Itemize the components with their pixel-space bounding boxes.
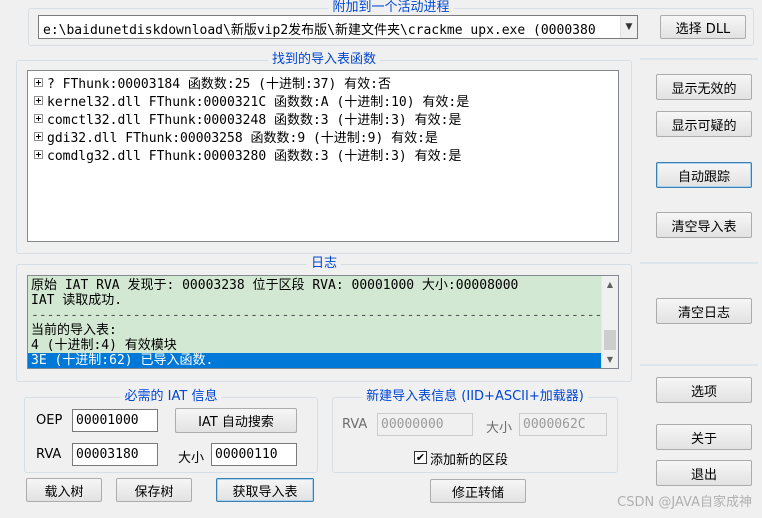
oep-field[interactable]: 00001000 [72, 409, 158, 432]
process-select[interactable]: e:\baidunetdiskdownload\新版vip2发布版\新建文件夹\… [38, 15, 638, 39]
chevron-down-icon[interactable]: ▼ [620, 16, 637, 38]
watermark-text: CSDN @JAVA自家成神 [617, 495, 752, 510]
clear-log-button[interactable]: 清空日志 [656, 298, 752, 324]
new-size-label: 大小 [486, 421, 513, 436]
new-import-title: 新建导入表信息 (IID+ASCII+加载器) [362, 389, 588, 405]
options-button[interactable]: 选项 [656, 377, 752, 403]
tree-item[interactable]: kernel32.dll FThunk:0000321C 函数数:A (十进制:… [34, 91, 470, 110]
load-tree-button[interactable]: 载入树 [26, 478, 102, 502]
tree-item-label: ? FThunk:00003184 函数数:25 (十进制:37) 有效:否 [47, 76, 391, 92]
scroll-down-icon[interactable]: ▼ [602, 351, 618, 368]
scroll-up-icon[interactable]: ▲ [602, 276, 618, 293]
size-field[interactable]: 00000110 [211, 443, 297, 466]
tree-item[interactable]: ? FThunk:00003184 函数数:25 (十进制:37) 有效:否 [34, 73, 391, 92]
right-separator [640, 58, 758, 60]
exit-button[interactable]: 退出 [656, 460, 752, 486]
new-rva-field[interactable]: 00000000 [377, 413, 473, 436]
new-rva-label: RVA [342, 417, 368, 432]
log-line: 原始 IAT RVA 发现于: 00003238 位于区段 RVA: 00001… [31, 278, 519, 293]
log-list[interactable]: 原始 IAT RVA 发现于: 00003238 位于区段 RVA: 00001… [27, 275, 619, 369]
scroll-thumb[interactable] [604, 330, 616, 350]
right-separator [640, 364, 758, 366]
log-selected-row[interactable]: 3E (十进制:62) 已导入函数. [28, 353, 601, 368]
imports-tree[interactable]: ? FThunk:00003184 函数数:25 (十进制:37) 有效:否 k… [27, 70, 619, 242]
clear-imports-button[interactable]: 清空导入表 [656, 212, 752, 238]
expand-icon[interactable] [34, 149, 43, 159]
imports-title: 找到的导入表函数 [267, 52, 381, 68]
tree-item-label: comdlg32.dll FThunk:00003280 函数数:3 (十进制:… [47, 148, 462, 164]
iat-autosearch-button[interactable]: IAT 自动搜索 [175, 408, 297, 433]
tree-item-label: kernel32.dll FThunk:0000321C 函数数:A (十进制:… [47, 94, 470, 110]
save-tree-button[interactable]: 保存树 [116, 478, 192, 502]
oep-label: OEP [36, 413, 63, 428]
tree-item-label: gdi32.dll FThunk:00003258 函数数:9 (十进制:9) … [47, 130, 438, 146]
log-line: IAT 读取成功. [31, 293, 123, 308]
new-size-field[interactable]: 0000062C [519, 413, 607, 436]
rva-field[interactable]: 00003180 [72, 443, 158, 466]
log-line: ----------------------------------------… [31, 308, 603, 323]
attach-process-title: 附加到一个活动进程 [328, 0, 454, 16]
log-line: 4 (十进制:4) 有效模块 [31, 338, 177, 353]
expand-icon[interactable] [34, 77, 43, 87]
size-label: 大小 [178, 451, 205, 466]
iat-info-title: 必需的 IAT 信息 [120, 389, 222, 405]
rva-label: RVA [36, 447, 62, 462]
show-invalid-button[interactable]: 显示无效的 [656, 74, 752, 100]
log-line: 当前的导入表: [31, 323, 117, 338]
log-title: 日志 [306, 256, 342, 272]
log-scrollbar[interactable]: ▲ ▼ [601, 276, 618, 368]
right-separator [640, 262, 758, 264]
tree-item[interactable]: comdlg32.dll FThunk:00003280 函数数:3 (十进制:… [34, 145, 462, 164]
auto-trace-button[interactable]: 自动跟踪 [656, 162, 752, 188]
add-section-label: 添加新的区段 [430, 453, 509, 468]
tree-item-label: comctl32.dll FThunk:00003248 函数数:3 (十进制:… [47, 112, 462, 128]
fix-dump-button[interactable]: 修正转储 [430, 479, 526, 503]
about-button[interactable]: 关于 [656, 424, 752, 450]
tree-item[interactable]: gdi32.dll FThunk:00003258 函数数:9 (十进制:9) … [34, 127, 438, 146]
tree-item[interactable]: comctl32.dll FThunk:00003248 函数数:3 (十进制:… [34, 109, 462, 128]
show-suspect-button[interactable]: 显示可疑的 [656, 111, 752, 137]
expand-icon[interactable] [34, 131, 43, 141]
process-select-value: e:\baidunetdiskdownload\新版vip2发布版\新建文件夹\… [43, 23, 596, 38]
add-section-checkbox[interactable]: ✔ [414, 451, 427, 464]
select-dll-button[interactable]: 选择 DLL [660, 15, 746, 39]
log-content: 原始 IAT RVA 发现于: 00003238 位于区段 RVA: 00001… [28, 276, 603, 368]
expand-icon[interactable] [34, 95, 43, 105]
get-imports-button[interactable]: 获取导入表 [216, 478, 314, 502]
log-line: 3E (十进制:62) 已导入函数. [31, 353, 214, 368]
expand-icon[interactable] [34, 113, 43, 123]
